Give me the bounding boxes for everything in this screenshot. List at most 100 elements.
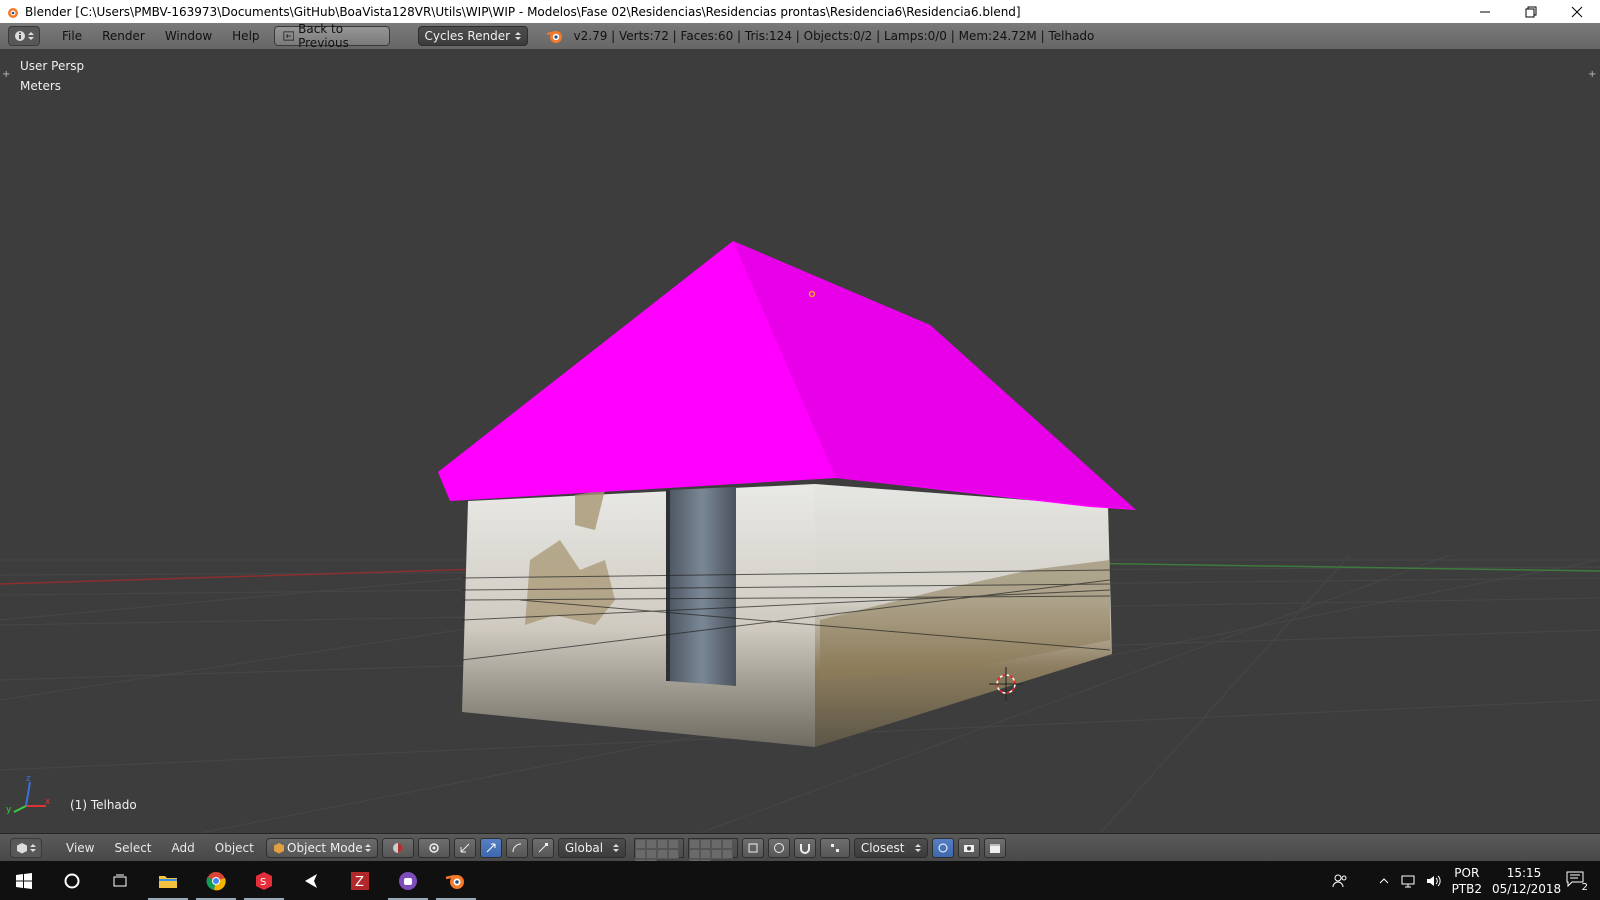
snap-target-dropdown[interactable]: Closest bbox=[853, 838, 928, 858]
minimize-button[interactable] bbox=[1462, 0, 1508, 23]
taskbar-unity[interactable] bbox=[288, 861, 336, 900]
opengl-render-button[interactable] bbox=[957, 838, 980, 858]
mode-dropdown[interactable]: Object Mode bbox=[265, 838, 378, 858]
start-button[interactable] bbox=[0, 861, 48, 900]
minimize-icon bbox=[1480, 11, 1490, 12]
chrome-icon bbox=[206, 871, 226, 890]
taskbar-app[interactable] bbox=[384, 861, 432, 900]
layers-icon bbox=[748, 843, 758, 853]
blender-icon bbox=[445, 874, 464, 889]
align-rotation-button[interactable] bbox=[931, 838, 954, 858]
layer-buttons-1[interactable] bbox=[633, 838, 684, 869]
taskbar-filezilla[interactable]: Z bbox=[336, 861, 384, 900]
transform-orientation-dropdown[interactable]: Global bbox=[557, 838, 626, 858]
menu-view[interactable]: View bbox=[58, 841, 102, 855]
orientation-label: Global bbox=[564, 841, 604, 855]
manipulator-toggle[interactable] bbox=[453, 838, 476, 858]
properties-toggle[interactable]: + bbox=[1588, 69, 1596, 80]
svg-text:y: y bbox=[6, 805, 12, 815]
editor-type-selector[interactable] bbox=[8, 26, 40, 46]
mode-label: Object Mode bbox=[287, 841, 363, 855]
info-header: File Render Window Help Back to Previous… bbox=[0, 22, 1600, 50]
lock-layers-button[interactable] bbox=[741, 838, 764, 858]
menu-add[interactable]: Add bbox=[164, 841, 203, 855]
restore-icon bbox=[1525, 6, 1537, 17]
render-engine-label: Cycles Render bbox=[424, 29, 511, 43]
scale-manipulator[interactable] bbox=[531, 838, 554, 858]
chevron-up-icon[interactable] bbox=[1378, 875, 1390, 887]
filezilla-icon: Z bbox=[351, 871, 369, 890]
scene-stats: v2.79 | Verts:72 | Faces:60 | Tris:124 |… bbox=[573, 29, 1095, 43]
scene-render: z x y bbox=[0, 241, 1600, 833]
language-code: POR bbox=[1454, 865, 1480, 880]
windows-logo-icon bbox=[16, 872, 32, 889]
back-to-previous-button[interactable]: Back to Previous bbox=[273, 22, 390, 50]
screen-back-icon bbox=[282, 31, 294, 41]
snap-element-button[interactable] bbox=[819, 838, 850, 858]
info-icon bbox=[15, 31, 25, 41]
active-object-label: (1) Telhado bbox=[70, 798, 137, 812]
view-name: User Persp bbox=[20, 59, 85, 73]
menu-select[interactable]: Select bbox=[106, 841, 159, 855]
house-front-wall bbox=[462, 484, 815, 747]
viewport-shading-button[interactable] bbox=[381, 838, 414, 858]
close-button[interactable] bbox=[1554, 0, 1600, 23]
render-engine-dropdown[interactable]: Cycles Render bbox=[417, 26, 528, 46]
menu-render[interactable]: Render bbox=[92, 29, 155, 43]
action-center-button[interactable]: 2 bbox=[1566, 871, 1590, 893]
editor-type-selector-3d[interactable] bbox=[10, 838, 42, 858]
notification-count: 2 bbox=[1579, 881, 1590, 893]
restore-button[interactable] bbox=[1508, 0, 1554, 23]
keyboard-layout: PTB2 bbox=[1451, 881, 1482, 896]
people-icon[interactable] bbox=[1332, 873, 1348, 889]
3d-view-icon bbox=[17, 843, 27, 854]
task-view-icon bbox=[113, 874, 127, 886]
rotate-icon bbox=[512, 843, 521, 853]
snap-toggle[interactable] bbox=[793, 838, 816, 858]
proportional-edit-button[interactable] bbox=[767, 838, 790, 858]
rotate-manipulator[interactable] bbox=[505, 838, 528, 858]
house-door bbox=[668, 487, 736, 686]
folder-icon bbox=[159, 875, 177, 888]
svg-text:x: x bbox=[45, 797, 51, 807]
snap-target-label: Closest bbox=[860, 841, 905, 855]
unity-icon bbox=[305, 873, 317, 888]
toolshelf-toggle[interactable]: + bbox=[2, 69, 10, 80]
menu-window[interactable]: Window bbox=[155, 29, 222, 43]
app-icon bbox=[399, 871, 417, 890]
move-arrow-icon bbox=[486, 843, 496, 853]
input-language[interactable]: POR PTB2 bbox=[1452, 865, 1482, 897]
network-icon[interactable] bbox=[1400, 874, 1416, 888]
menu-help[interactable]: Help bbox=[222, 29, 269, 43]
updown-arrow-icon bbox=[364, 844, 371, 852]
system-tray: POR PTB2 15:15 05/12/2018 2 bbox=[1332, 861, 1600, 900]
close-icon bbox=[1571, 6, 1583, 17]
cortana-button[interactable] bbox=[48, 861, 96, 900]
task-view-button[interactable] bbox=[96, 861, 144, 900]
blender-logo-icon bbox=[546, 31, 562, 43]
taskbar-blender[interactable] bbox=[432, 861, 480, 900]
window-title: Blender [C:\Users\PMBV-163973\Documents\… bbox=[25, 4, 1021, 19]
svg-text:S: S bbox=[260, 877, 266, 888]
menu-file[interactable]: File bbox=[52, 29, 92, 43]
axis-gizmo bbox=[13, 781, 46, 813]
svg-text:Z: Z bbox=[355, 875, 364, 890]
taskbar-chrome[interactable] bbox=[192, 861, 240, 900]
clock[interactable]: 15:15 05/12/2018 bbox=[1492, 865, 1562, 897]
camera-icon bbox=[963, 845, 974, 852]
taskbar-sourcetree[interactable]: S bbox=[240, 861, 288, 900]
opengl-animation-button[interactable] bbox=[983, 838, 1006, 858]
pivot-point-button[interactable] bbox=[417, 838, 450, 858]
translate-manipulator[interactable] bbox=[479, 838, 502, 858]
svg-text:z: z bbox=[26, 774, 31, 784]
taskbar-file-explorer[interactable] bbox=[144, 861, 192, 900]
menu-object[interactable]: Object bbox=[207, 841, 262, 855]
sourcetree-icon: S bbox=[256, 871, 272, 890]
volume-icon[interactable] bbox=[1426, 874, 1442, 888]
clock-date: 05/12/2018 bbox=[1492, 881, 1562, 896]
manipulator-icon bbox=[460, 843, 470, 853]
layer-buttons-2[interactable] bbox=[687, 838, 738, 869]
cortana-icon bbox=[64, 873, 80, 888]
proportional-circle-icon bbox=[773, 843, 784, 853]
3d-viewport[interactable]: z x y User Persp Meters (1) Telhado + + bbox=[0, 49, 1600, 833]
